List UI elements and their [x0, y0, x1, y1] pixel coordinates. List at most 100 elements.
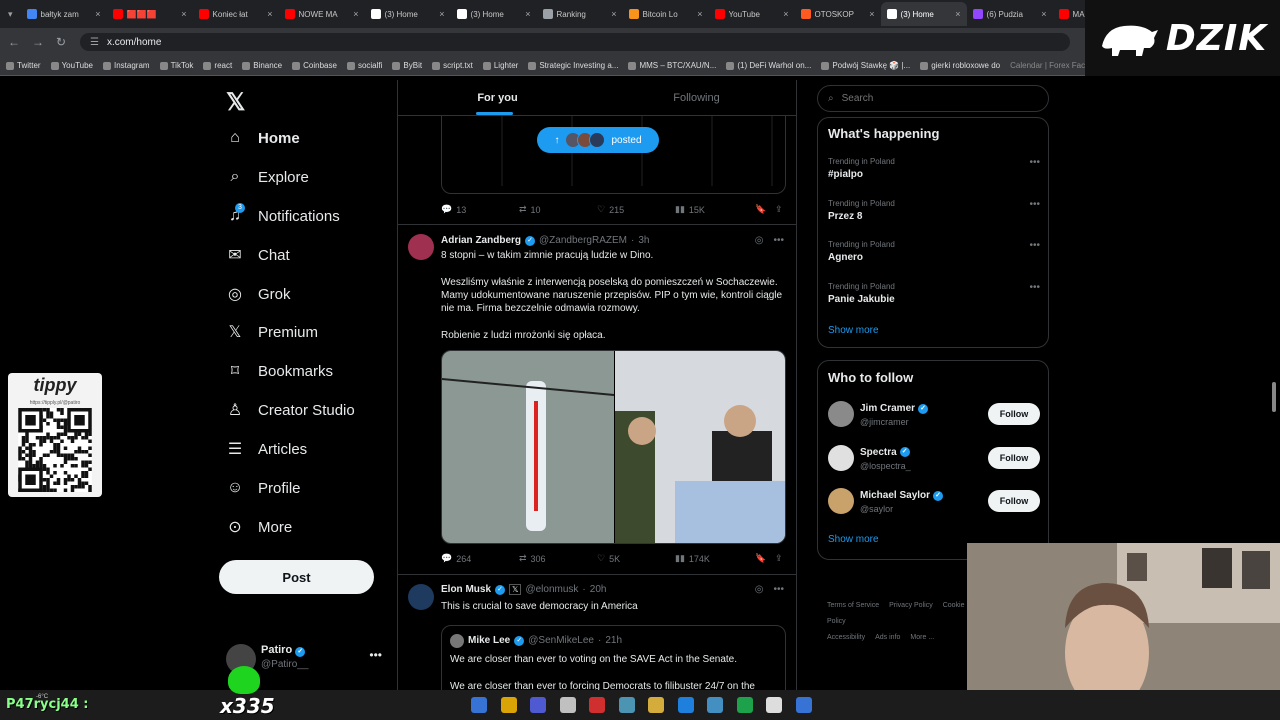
follow-button[interactable]: Follow	[988, 446, 1040, 469]
trend-item[interactable]: Trending in Poland #pialpo •••	[828, 157, 1040, 193]
bookmark-item[interactable]: YouTube	[50, 61, 93, 70]
follow-button[interactable]: Follow	[988, 490, 1040, 512]
footer-link[interactable]: Accessibility	[827, 634, 865, 641]
bookmark-item[interactable]: react	[203, 61, 232, 70]
media-icon[interactable]	[766, 697, 782, 713]
nav-item-creator-studio[interactable]: ♙ Creator Studio	[226, 396, 355, 424]
follow-suggestion[interactable]: Jim Cramer ✓ @jimcramer Follow	[828, 401, 1040, 433]
more-dots-icon[interactable]: •••	[773, 584, 784, 595]
x-logo-icon[interactable]: 𝕏	[226, 88, 245, 117]
bookmark-icon[interactable]: 🔖	[755, 553, 766, 564]
footer-link[interactable]: Ads info	[875, 634, 900, 641]
post-time[interactable]: 20h	[590, 584, 607, 595]
browser-tab[interactable]: NOWE MA ×	[279, 2, 365, 26]
close-tab-icon[interactable]: ×	[611, 9, 616, 19]
bookmark-item[interactable]: socialfi	[346, 61, 382, 70]
browser-tab[interactable]: bałtyk zam ×	[21, 2, 107, 26]
close-tab-icon[interactable]: ×	[95, 9, 100, 19]
bookmark-item[interactable]: Strategic Investing a...	[528, 61, 618, 70]
steam-icon[interactable]	[618, 697, 635, 713]
nav-item-bookmarks[interactable]: ⌑ Bookmarks	[226, 357, 333, 385]
discord-icon[interactable]	[530, 697, 546, 713]
close-tab-icon[interactable]: ×	[267, 9, 272, 19]
nav-item-grok[interactable]: ◎ Grok	[226, 280, 291, 308]
reload-icon[interactable]: ↻	[56, 35, 66, 49]
nav-item-notifications[interactable]: ♫ 3 Notifications	[226, 202, 340, 230]
bookmark-item[interactable]: (1) DeFi Warhol on...	[726, 61, 811, 70]
like-button[interactable]: ♡ 5K	[597, 553, 620, 564]
more-dots-icon[interactable]: •••	[1029, 157, 1040, 168]
reply-button[interactable]: 💬 13	[441, 204, 466, 215]
bookmark-item[interactable]: script.txt	[432, 61, 473, 70]
bookmark-item[interactable]: Calendar | Forex Fac...	[1010, 61, 1092, 70]
browser-tab[interactable]: Bitcoin Lo ×	[623, 2, 709, 26]
bookmark-item[interactable]: Lighter	[482, 61, 518, 70]
app-icon[interactable]	[795, 697, 812, 713]
page-scrollbar[interactable]	[1272, 382, 1276, 412]
bookmark-item[interactable]: MMS – BTC/XAU/N...	[628, 61, 716, 70]
show-more-link[interactable]: Show more	[828, 534, 879, 545]
browser-tab[interactable]: (6) Pudzia ×	[967, 2, 1053, 26]
nav-item-explore[interactable]: ⌕ Explore	[226, 163, 309, 191]
share-icon[interactable]: ⇪	[775, 204, 783, 215]
forward-icon[interactable]: →	[32, 35, 44, 49]
tab-for-you[interactable]: For you	[398, 80, 597, 115]
post-time[interactable]: 3h	[638, 235, 649, 246]
like-button[interactable]: ♡ 215	[597, 204, 624, 215]
author-name[interactable]: Adrian Zandberg	[441, 235, 521, 246]
browser-tab[interactable]: 🟥🟥🟥 ×	[107, 2, 193, 26]
tab-search-icon[interactable]: ▾	[0, 9, 21, 20]
spotify-icon[interactable]	[736, 697, 753, 713]
browser-tab[interactable]: (3) Home ×	[880, 2, 967, 26]
search-box[interactable]: ⌕	[817, 85, 1049, 112]
bookmark-item[interactable]: Instagram	[103, 61, 150, 70]
back-icon[interactable]: ←	[8, 35, 20, 49]
search-input[interactable]	[841, 93, 1032, 104]
app-icon[interactable]	[559, 697, 576, 713]
more-dots-icon[interactable]: •••	[369, 648, 382, 662]
browser-tab[interactable]: (3) Home ×	[451, 2, 537, 26]
grok-icon[interactable]: ◎	[755, 584, 764, 595]
views-button[interactable]: ▮▮ 15K	[675, 204, 705, 215]
follow-suggestion[interactable]: Spectra ✓ @lospectra_ Follow	[828, 444, 1040, 477]
repost-button[interactable]: ⇄ 306	[519, 553, 546, 564]
nav-item-articles[interactable]: ☰ Articles	[226, 435, 307, 463]
bookmark-item[interactable]: Podwój Stawkę 🎲 |...	[821, 61, 910, 70]
author-handle[interactable]: @ZandbergRAZEM	[539, 235, 627, 246]
close-tab-icon[interactable]: ×	[525, 9, 530, 19]
bookmark-item[interactable]: TikTok	[159, 61, 193, 70]
more-dots-icon[interactable]: •••	[1029, 282, 1040, 293]
close-tab-icon[interactable]: ×	[697, 9, 702, 19]
start-icon[interactable]	[471, 697, 487, 713]
browser-tab[interactable]: OTOSKOP ×	[795, 2, 881, 26]
tab-following[interactable]: Following	[597, 80, 796, 115]
reply-button[interactable]: 💬 264	[441, 553, 471, 564]
close-tab-icon[interactable]: ×	[1041, 9, 1046, 19]
more-dots-icon[interactable]: •••	[1029, 240, 1040, 251]
site-info-icon[interactable]: ☰	[90, 37, 99, 48]
trend-item[interactable]: Trending in Poland Przez 8 •••	[828, 199, 1040, 235]
close-tab-icon[interactable]: ×	[869, 9, 874, 19]
more-dots-icon[interactable]: •••	[1029, 199, 1040, 210]
trend-item[interactable]: Trending in Poland Panie Jakubie •••	[828, 282, 1040, 318]
bookmark-item[interactable]: Twitter	[6, 61, 41, 70]
settings-icon[interactable]	[677, 697, 694, 713]
opera-icon[interactable]	[589, 697, 605, 713]
close-tab-icon[interactable]: ×	[353, 9, 358, 19]
post-media[interactable]	[441, 350, 786, 544]
footer-link[interactable]: More ...	[910, 634, 934, 641]
more-dots-icon[interactable]: •••	[773, 235, 784, 246]
folder-icon[interactable]	[648, 697, 664, 713]
close-tab-icon[interactable]: ×	[439, 9, 444, 19]
follow-suggestion[interactable]: Michael Saylor ✓ @saylor Follow	[828, 488, 1040, 520]
author-name[interactable]: Elon Musk	[441, 584, 491, 595]
footer-link[interactable]: Terms of Service	[827, 602, 879, 609]
close-tab-icon[interactable]: ×	[181, 9, 186, 19]
views-button[interactable]: ▮▮ 174K	[675, 553, 710, 564]
avatar[interactable]	[408, 234, 434, 260]
bookmark-icon[interactable]: 🔖	[755, 204, 766, 215]
url-field[interactable]: ☰ x.com/home	[80, 33, 1070, 51]
nav-item-premium[interactable]: 𝕏 Premium	[226, 318, 318, 346]
bookmark-item[interactable]: ByBit	[392, 61, 422, 70]
chrome-icon[interactable]	[500, 697, 517, 713]
